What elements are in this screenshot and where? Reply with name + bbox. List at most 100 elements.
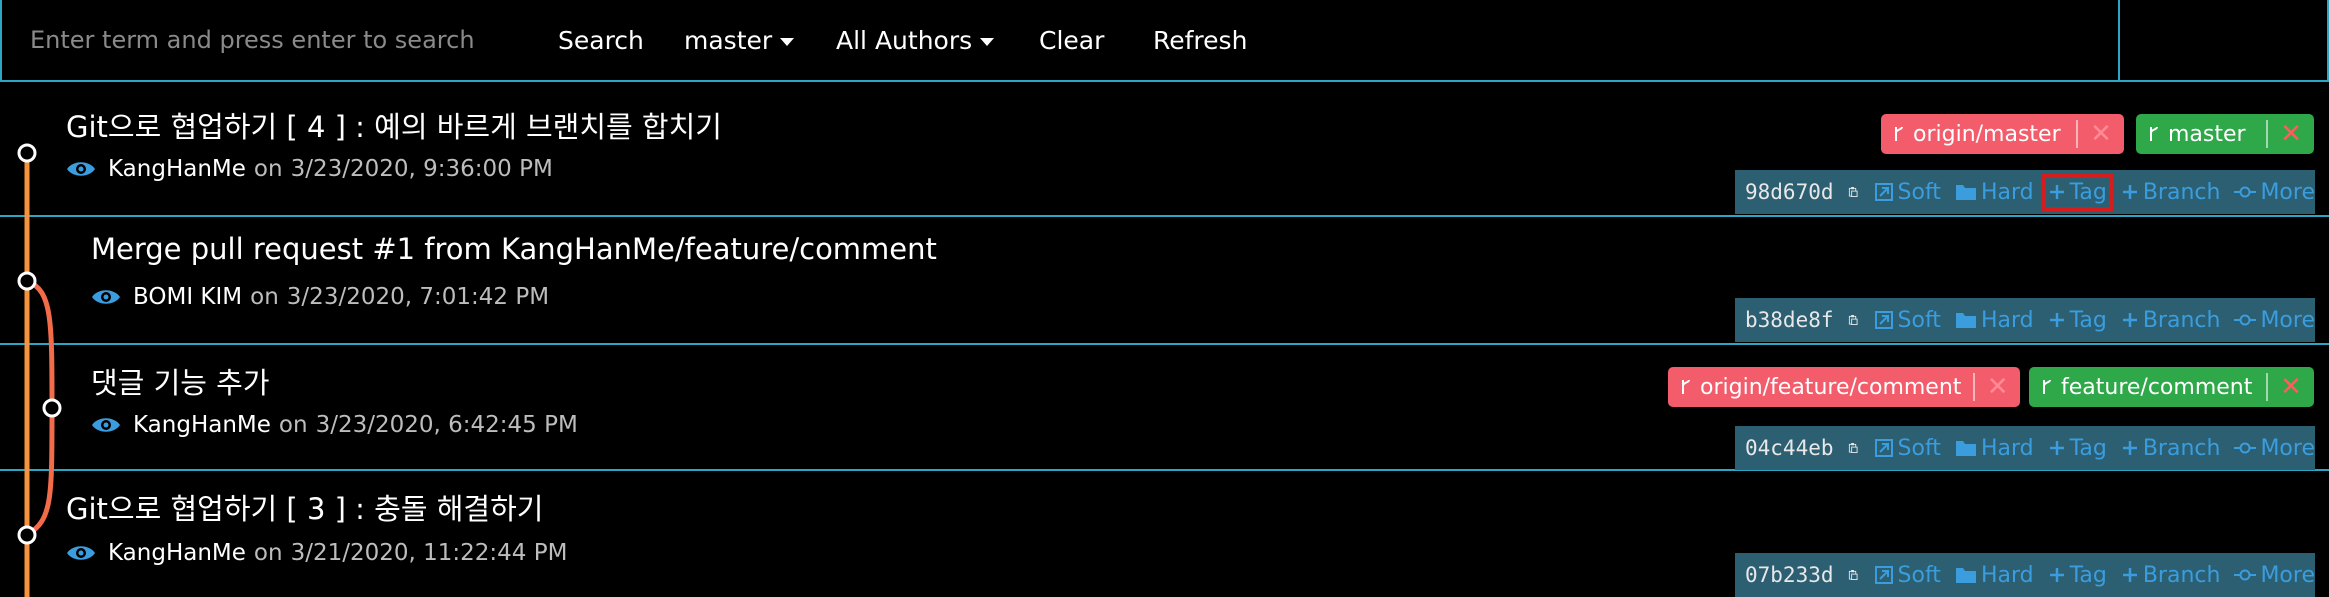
hard-label: Hard <box>1980 562 2034 588</box>
git-branch-icon <box>2043 379 2051 394</box>
commit-row[interactable]: Git으로 협업하기 [ 4 ] : 예의 바르게 브랜치를 합치기 KangH… <box>0 84 2329 214</box>
soft-reset-button[interactable]: Soft <box>1874 180 1941 205</box>
search-input[interactable] <box>14 14 546 66</box>
add-branch-button[interactable]: Branch <box>2121 563 2220 588</box>
clipboard-icon[interactable] <box>1848 308 1858 332</box>
more-button[interactable]: More <box>2234 436 2315 461</box>
branch-pill-feature-comment[interactable]: feature/comment ✕ <box>2029 367 2314 407</box>
folder-icon <box>1955 313 1976 328</box>
commit-icon <box>2234 186 2257 198</box>
toolbar-divider <box>2118 0 2120 82</box>
soft-reset-button[interactable]: Soft <box>1874 563 1941 588</box>
reset-soft-icon <box>1874 439 1893 457</box>
soft-label: Soft <box>1897 435 1941 461</box>
commit-title[interactable]: Git으로 협업하기 [ 3 ] : 충돌 해결하기 <box>66 486 543 528</box>
commit-date: 3/23/2020, 7:01:42 PM <box>286 284 550 310</box>
hard-label: Hard <box>1980 307 2034 333</box>
clipboard-icon[interactable] <box>1848 180 1858 204</box>
caret-down-icon <box>980 38 995 46</box>
hard-label: Hard <box>1980 435 2034 461</box>
branch-pill-name: feature/comment <box>2029 375 2266 400</box>
more-label: More <box>2260 562 2315 588</box>
branch-pill-origin-feature-comment[interactable]: origin/feature/comment ✕ <box>1668 367 2020 407</box>
hard-reset-button[interactable]: Hard <box>1955 308 2034 333</box>
delete-branch-close-icon[interactable]: ✕ <box>2268 372 2314 402</box>
refresh-button[interactable]: Refresh <box>1153 22 1247 60</box>
plus-icon <box>2049 568 2064 582</box>
commit-meta: KangHanMe on 3/23/2020, 9:36:00 PM <box>66 156 553 182</box>
plus-icon <box>2122 313 2137 327</box>
refresh-button-label: Refresh <box>1153 26 1248 55</box>
eye-icon[interactable] <box>66 159 96 179</box>
eye-icon[interactable] <box>91 415 121 435</box>
clear-button[interactable]: Clear <box>1039 22 1104 60</box>
add-tag-button[interactable]: Tag <box>2048 563 2107 588</box>
clipboard-icon[interactable] <box>1848 436 1858 460</box>
add-branch-button[interactable]: Branch <box>2121 179 2221 205</box>
reset-soft-icon <box>1874 566 1893 584</box>
author-filter-dropdown[interactable]: All Authors <box>836 22 995 60</box>
more-label: More <box>2260 179 2315 205</box>
commit-meta: BOMI KIM on 3/23/2020, 7:01:42 PM <box>91 284 549 310</box>
delete-branch-close-icon[interactable]: ✕ <box>2078 119 2124 149</box>
commit-date: 3/21/2020, 11:22:44 PM <box>290 540 568 566</box>
plus-icon <box>2049 313 2064 327</box>
hard-reset-button[interactable]: Hard <box>1955 436 2034 461</box>
search-button-label: Search <box>558 26 644 55</box>
commit-title[interactable]: Git으로 협업하기 [ 4 ] : 예의 바르게 브랜치를 합치기 <box>66 104 722 146</box>
branch-pill-master[interactable]: master ✕ <box>2136 114 2314 154</box>
commit-sha[interactable]: 98d670d <box>1745 180 1834 204</box>
soft-label: Soft <box>1897 562 1941 588</box>
branch-filter-label: master <box>684 26 773 55</box>
eye-icon[interactable] <box>91 287 121 307</box>
add-branch-button[interactable]: Branch <box>2121 436 2220 461</box>
commit-author: KangHanMe <box>133 412 271 438</box>
commit-title[interactable]: 댓글 기능 추가 <box>91 360 270 402</box>
more-label: More <box>2260 435 2315 461</box>
commit-actions: 07b233d Soft Hard Tag Branch More <box>1735 553 2315 597</box>
more-label: More <box>2260 307 2315 333</box>
branch-pill-name: master <box>2136 122 2266 147</box>
branch-pill-origin-master[interactable]: origin/master ✕ <box>1881 114 2124 154</box>
branch-label: Branch <box>2142 179 2221 205</box>
commit-author: KangHanMe <box>108 540 246 566</box>
hard-label: Hard <box>1980 179 2034 205</box>
hard-reset-button[interactable]: Hard <box>1955 180 2034 205</box>
hard-reset-button[interactable]: Hard <box>1955 563 2034 588</box>
commit-icon <box>2234 314 2257 326</box>
delete-branch-close-icon[interactable]: ✕ <box>2268 119 2314 149</box>
commit-sha[interactable]: 07b233d <box>1745 563 1834 587</box>
soft-reset-button[interactable]: Soft <box>1874 436 1941 461</box>
add-tag-button[interactable]: Tag <box>2041 173 2113 211</box>
soft-label: Soft <box>1897 179 1941 205</box>
soft-reset-button[interactable]: Soft <box>1874 308 1941 333</box>
commit-on: on <box>278 412 308 438</box>
commit-row[interactable]: 댓글 기능 추가 KangHanMe on 3/23/2020, 6:42:45… <box>0 340 2329 470</box>
add-tag-button[interactable]: Tag <box>2048 308 2107 333</box>
add-tag-button[interactable]: Tag <box>2048 436 2107 461</box>
soft-label: Soft <box>1897 307 1941 333</box>
plus-icon <box>2122 441 2137 455</box>
delete-branch-close-icon[interactable]: ✕ <box>1975 372 2020 402</box>
add-branch-button[interactable]: Branch <box>2121 308 2220 333</box>
clipboard-icon[interactable] <box>1848 563 1858 587</box>
more-button[interactable]: More <box>2234 563 2315 588</box>
search-button[interactable]: Search <box>558 22 644 60</box>
commit-actions: b38de8f Soft Hard Tag Branch More <box>1735 298 2315 342</box>
commit-row[interactable]: Merge pull request #1 from KangHanMe/fea… <box>0 212 2329 342</box>
commit-title[interactable]: Merge pull request #1 from KangHanMe/fea… <box>91 232 937 266</box>
eye-icon[interactable] <box>66 543 96 563</box>
branch-name-text: feature/comment <box>2061 374 2253 400</box>
clear-button-label: Clear <box>1039 26 1105 55</box>
commit-icon <box>2234 569 2257 581</box>
more-button[interactable]: More <box>2234 180 2315 205</box>
branch-filter-dropdown[interactable]: master <box>684 22 795 60</box>
commit-row[interactable]: Git으로 협업하기 [ 3 ] : 충돌 해결하기 KangHanMe on … <box>0 466 2329 597</box>
more-button[interactable]: More <box>2234 308 2315 333</box>
plus-icon <box>2122 185 2137 199</box>
tag-label: Tag <box>2069 435 2107 461</box>
plus-icon <box>2049 185 2064 199</box>
plus-icon <box>2049 441 2064 455</box>
commit-sha[interactable]: b38de8f <box>1745 308 1834 332</box>
commit-sha[interactable]: 04c44eb <box>1745 436 1834 460</box>
